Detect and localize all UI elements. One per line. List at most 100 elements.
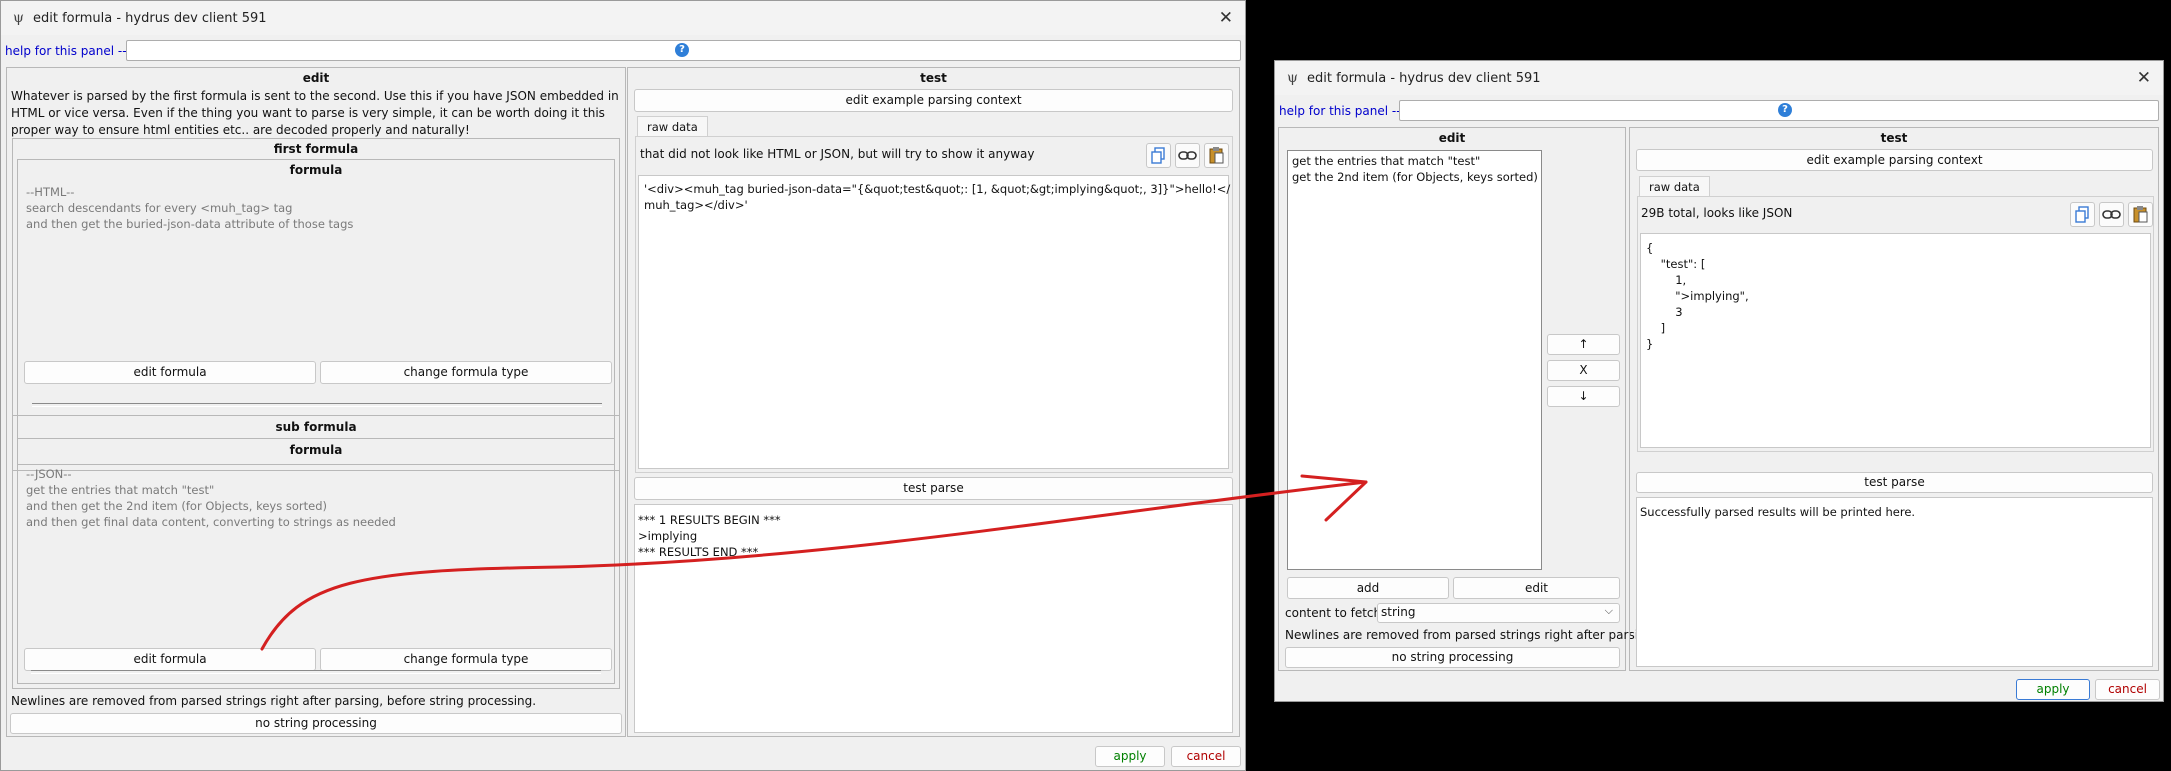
sub-formula-box: formula --JSON-- get the entries that ma…	[17, 438, 615, 684]
string-processing-button[interactable]: no string processing	[10, 713, 622, 734]
raw-data-text[interactable]: { "test": [ 1, ">implying", 3 ] }	[1640, 233, 2151, 448]
first-formula-line: --HTML--	[26, 185, 75, 199]
move-up-button[interactable]: ↑	[1547, 334, 1620, 355]
apply-button[interactable]: apply	[2016, 679, 2090, 700]
results-text[interactable]: *** 1 RESULTS BEGIN *** >implying *** RE…	[634, 504, 1233, 733]
psi-app-icon: ψ	[1287, 70, 1298, 86]
help-link[interactable]: help for this panel -->	[1, 44, 137, 58]
json-line: ]	[1646, 321, 1666, 335]
sub-edit-formula-button[interactable]: edit formula	[24, 648, 316, 671]
delete-button[interactable]: X	[1547, 360, 1620, 381]
close-icon[interactable]: ✕	[2137, 68, 2151, 88]
json-line: }	[1646, 337, 1654, 351]
raw-data-status: that did not look like HTML or JSON, but…	[640, 147, 1035, 161]
help-bar[interactable]: ?	[126, 40, 1241, 61]
sub-formula-title: sub formula	[275, 420, 357, 434]
sub-formula-line: and then get final data content, convert…	[26, 515, 396, 529]
help-icon[interactable]: ?	[1778, 103, 1792, 117]
content-to-fetch-select[interactable]: string ⌵	[1377, 603, 1620, 623]
list-item[interactable]: get the entries that match "test"	[1288, 153, 1541, 169]
sub-formula-box-title: formula	[289, 443, 343, 457]
raw-data-pane: that did not look like HTML or JSON, but…	[635, 136, 1233, 473]
raw-data-pane: 29B total, looks like JSON { "test": [ 1…	[1637, 196, 2154, 452]
sub-formula-line: --JSON--	[26, 467, 72, 481]
content-to-fetch-label: content to fetch:	[1285, 606, 1386, 620]
link-icon	[2102, 210, 2121, 219]
first-formula-line: search descendants for every <muh_tag> t…	[26, 201, 293, 215]
right-window-title: edit formula - hydrus dev client 591	[1306, 70, 1541, 86]
results-text[interactable]: Successfully parsed results will be prin…	[1636, 497, 2153, 667]
paste-button[interactable]	[1204, 143, 1229, 168]
edit-panel: edit get the entries that match "test" g…	[1278, 127, 1672, 671]
help-icon[interactable]: ?	[675, 43, 689, 57]
right-window: ψ edit formula - hydrus dev client 591 ✕…	[1274, 60, 2164, 702]
edit-panel-title: edit	[302, 71, 330, 85]
result-placeholder: Successfully parsed results will be prin…	[1640, 505, 1916, 519]
result-line: *** 1 RESULTS BEGIN ***	[638, 513, 781, 527]
link-icon	[1178, 151, 1197, 160]
first-formula-box-title: formula	[289, 163, 343, 177]
json-line: 1,	[1646, 273, 1687, 287]
raw-data-text[interactable]: '<div><muh_tag buried-json-data="{&quot;…	[638, 175, 1231, 469]
right-titlebar: ψ edit formula - hydrus dev client 591 ✕	[1275, 61, 2163, 95]
sub-formula-section: sub formula formula --JSON-- get the ent…	[12, 415, 620, 689]
help-bar[interactable]: ?	[1399, 100, 2159, 121]
move-down-button[interactable]: ↓	[1547, 386, 1620, 407]
test-panel: test edit example parsing context raw da…	[1629, 127, 2159, 671]
help-link[interactable]: help for this panel -->	[1275, 104, 1411, 118]
link-button[interactable]	[1175, 143, 1200, 168]
copy-button[interactable]	[1146, 143, 1171, 168]
tab-raw-data[interactable]: raw data	[1639, 176, 1710, 197]
left-titlebar: ψ edit formula - hydrus dev client 591 ✕	[1, 1, 1245, 35]
psi-app-icon: ψ	[13, 10, 24, 26]
test-panel-title: test	[1880, 131, 1908, 145]
edit-button[interactable]: edit	[1453, 577, 1620, 599]
result-line: >implying	[638, 529, 698, 543]
sub-change-formula-type-button[interactable]: change formula type	[320, 648, 612, 671]
tab-raw-data[interactable]: raw data	[637, 116, 708, 137]
first-edit-formula-button[interactable]: edit formula	[24, 361, 316, 384]
edit-example-parsing-context-button[interactable]: edit example parsing context	[634, 89, 1233, 112]
newlines-note: Newlines are removed from parsed strings…	[11, 694, 537, 708]
test-parse-button[interactable]: test parse	[634, 477, 1233, 500]
cancel-button[interactable]: cancel	[1171, 746, 1241, 767]
json-line: 3	[1646, 305, 1683, 319]
edit-example-parsing-context-button[interactable]: edit example parsing context	[1636, 149, 2153, 171]
paste-icon	[1209, 147, 1224, 164]
json-line: {	[1646, 241, 1654, 255]
raw-data-line: muh_tag></div>'	[644, 198, 748, 212]
close-icon[interactable]: ✕	[1219, 8, 1233, 28]
list-item[interactable]: get the 2nd item (for Objects, keys sort…	[1288, 169, 1541, 185]
copy-icon	[1151, 147, 1165, 164]
cancel-button[interactable]: cancel	[2095, 679, 2160, 700]
newlines-note: Newlines are removed from parsed strings…	[1285, 628, 1673, 642]
chevron-down-icon: ⌵	[1604, 604, 1613, 617]
raw-data-status: 29B total, looks like JSON	[1641, 206, 1793, 220]
raw-data-line: '<div><muh_tag buried-json-data="{&quot;…	[644, 182, 1231, 196]
divider	[31, 670, 601, 674]
copy-button[interactable]	[2070, 202, 2095, 227]
json-line: ">implying",	[1646, 289, 1749, 303]
paste-icon	[2133, 206, 2148, 223]
string-processing-button[interactable]: no string processing	[1285, 647, 1620, 668]
add-button[interactable]: add	[1287, 577, 1449, 599]
edit-panel: edit Whatever is parsed by the first for…	[6, 67, 626, 737]
first-formula-line: and then get the buried-json-data attrib…	[26, 217, 354, 231]
apply-button[interactable]: apply	[1095, 746, 1165, 767]
left-window: ψ edit formula - hydrus dev client 591 ✕…	[0, 0, 1246, 771]
sub-formula-line: get the entries that match "test"	[26, 483, 215, 497]
paste-button[interactable]	[2128, 202, 2153, 227]
json-line: "test": [	[1646, 257, 1706, 271]
edit-panel-title: edit	[1438, 131, 1466, 145]
test-panel: test edit example parsing context raw da…	[627, 67, 1240, 737]
first-formula-title: first formula	[273, 142, 359, 156]
formula-list[interactable]: get the entries that match "test" get th…	[1287, 150, 1542, 570]
first-change-formula-type-button[interactable]: change formula type	[320, 361, 612, 384]
test-parse-button[interactable]: test parse	[1636, 472, 2153, 493]
link-button[interactable]	[2099, 202, 2124, 227]
content-to-fetch-value: string	[1381, 605, 1416, 619]
left-window-title: edit formula - hydrus dev client 591	[32, 10, 267, 26]
result-line: *** RESULTS END ***	[638, 545, 759, 559]
test-panel-title: test	[920, 71, 947, 85]
copy-icon	[2075, 206, 2089, 223]
